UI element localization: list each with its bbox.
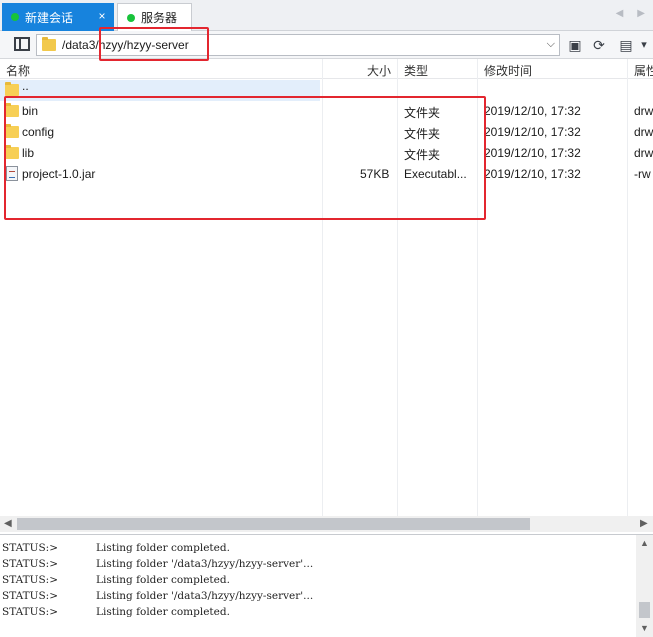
- file-row-parent[interactable]: ..: [0, 79, 320, 101]
- log-label: STATUS:>: [2, 574, 59, 586]
- log-message: Listing folder '/data3/hzyy/hzyy-server'…: [96, 558, 314, 570]
- log-message: Listing folder completed.: [96, 606, 230, 618]
- file-name: ..: [22, 79, 29, 93]
- folder-icon: [5, 124, 19, 138]
- file-type: 文件夹: [404, 127, 441, 141]
- file-row[interactable]: project-1.0.jar 57KB Executabl... 2019/1…: [0, 164, 653, 185]
- file-type: 文件夹: [404, 148, 441, 162]
- view-mode-dropdown-icon[interactable]: ▾: [634, 35, 653, 55]
- tab-bar: 新建会话 × 服务器 ◀ ▶: [0, 0, 653, 31]
- file-modified: 2019/12/10, 17:32: [484, 167, 581, 181]
- chevron-down-icon[interactable]: ⌵: [547, 38, 555, 51]
- file-modified: 2019/12/10, 17:32: [484, 104, 581, 118]
- tab-navigation: ◀ ▶: [616, 8, 645, 19]
- scroll-up-icon[interactable]: ▲: [640, 538, 649, 548]
- scrollbar-thumb[interactable]: [17, 518, 530, 530]
- log-message: Listing folder completed.: [96, 542, 230, 554]
- file-modified: 2019/12/10, 17:32: [484, 125, 581, 139]
- log-message: Listing folder '/data3/hzyy/hzyy-server'…: [96, 590, 314, 602]
- file-type: Executabl...: [404, 167, 467, 181]
- sidebar-toggle-icon[interactable]: [14, 37, 30, 51]
- log-label: STATUS:>: [2, 558, 59, 570]
- tab-new-session[interactable]: 新建会话 ×: [2, 3, 114, 31]
- scroll-down-icon[interactable]: ▼: [640, 623, 649, 633]
- file-row[interactable]: lib 文件夹 2019/12/10, 17:32 drw: [0, 143, 653, 164]
- new-folder-icon[interactable]: ▣: [565, 35, 585, 55]
- file-attributes: drw: [634, 146, 653, 160]
- connection-status-icon: [11, 13, 19, 21]
- tab-server[interactable]: 服务器: [117, 3, 192, 31]
- folder-icon: [42, 37, 56, 51]
- log-line: STATUS:> Listing folder completed.: [2, 606, 230, 618]
- file-row[interactable]: config 文件夹 2019/12/10, 17:32 drw: [0, 122, 653, 143]
- column-header-modified[interactable]: 修改时间: [484, 62, 532, 79]
- scroll-left-icon[interactable]: ◀: [4, 518, 12, 529]
- file-name: bin: [22, 104, 39, 118]
- file-name: project-1.0.jar: [22, 167, 96, 181]
- file-size: 57KB: [360, 167, 390, 181]
- file-list-header: 名称 大小 类型 修改时间 属性: [0, 59, 653, 79]
- folder-icon: [5, 82, 19, 96]
- folder-icon: [5, 145, 19, 159]
- close-icon[interactable]: ×: [96, 10, 108, 22]
- scroll-right-icon[interactable]: ▶: [640, 518, 648, 529]
- file-modified: 2019/12/10, 17:32: [484, 146, 581, 160]
- log-line: STATUS:> Listing folder completed.: [2, 574, 230, 586]
- log-line: STATUS:> Listing folder '/data3/hzyy/hzy…: [2, 590, 313, 602]
- log-line: STATUS:> Listing folder completed.: [2, 542, 230, 554]
- tab-next-icon[interactable]: ▶: [637, 8, 645, 19]
- file-row[interactable]: bin 文件夹 2019/12/10, 17:32 drw: [0, 101, 653, 122]
- folder-icon: [5, 103, 19, 117]
- tab-label: 服务器: [141, 11, 178, 25]
- file-name: config: [22, 125, 55, 139]
- address-bar: /data3/hzyy/hzyy-server ⌵ ▣ ⟳ ▤ ▾: [0, 31, 653, 59]
- path-text: /data3/hzyy/hzyy-server: [62, 38, 189, 52]
- log-label: STATUS:>: [2, 542, 59, 554]
- column-header-size[interactable]: 大小: [367, 62, 391, 79]
- file-name: lib: [22, 146, 35, 160]
- scrollbar-thumb[interactable]: [639, 602, 650, 618]
- connection-status-icon: [127, 13, 135, 22]
- file-attributes: -rw: [634, 167, 651, 181]
- refresh-icon[interactable]: ⟳: [589, 35, 609, 55]
- file-type: 文件夹: [404, 106, 441, 120]
- status-log: STATUS:> Listing folder completed. STATU…: [0, 534, 653, 637]
- view-mode-icon[interactable]: ▤: [616, 35, 636, 55]
- file-attributes: drw: [634, 104, 653, 118]
- tab-prev-icon[interactable]: ◀: [616, 8, 624, 19]
- tab-label: 新建会话: [25, 10, 74, 25]
- path-input[interactable]: /data3/hzyy/hzyy-server ⌵: [36, 34, 560, 56]
- horizontal-scrollbar[interactable]: ◀ ▶: [0, 516, 653, 532]
- log-line: STATUS:> Listing folder '/data3/hzyy/hzy…: [2, 558, 313, 570]
- log-message: Listing folder completed.: [96, 574, 230, 586]
- column-header-name[interactable]: 名称: [6, 62, 30, 79]
- log-label: STATUS:>: [2, 606, 59, 618]
- log-vertical-scrollbar[interactable]: ▲ ▼: [636, 535, 653, 637]
- log-label: STATUS:>: [2, 590, 59, 602]
- column-header-type[interactable]: 类型: [404, 62, 428, 79]
- jar-file-icon: [6, 166, 18, 181]
- column-header-attributes[interactable]: 属性: [634, 62, 653, 79]
- file-attributes: drw: [634, 125, 653, 139]
